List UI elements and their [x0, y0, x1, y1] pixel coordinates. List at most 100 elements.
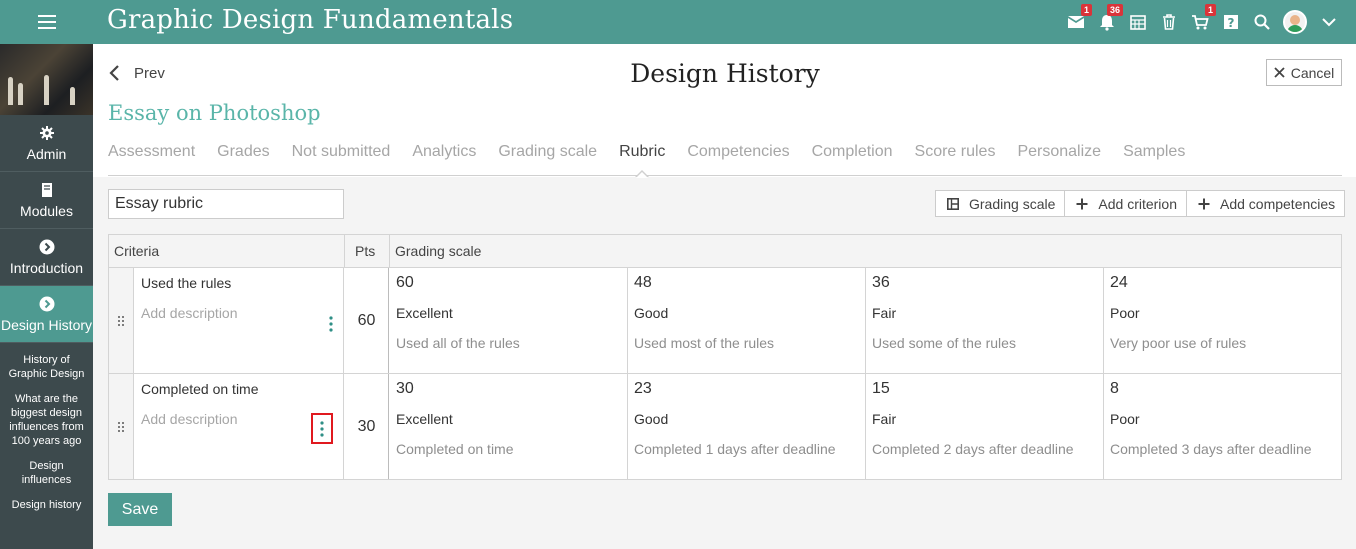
- tab-bar: Assessment Grades Not submitted Analytic…: [108, 142, 1342, 176]
- plus-icon: [1198, 198, 1210, 209]
- divider: [344, 235, 345, 268]
- more-options-icon[interactable]: [319, 311, 343, 337]
- add-competencies-label: Add competencies: [1219, 195, 1336, 212]
- sidebar-subitem[interactable]: What are the biggest design influences f…: [0, 392, 93, 448]
- tab-not-submitted[interactable]: Not submitted: [292, 142, 391, 176]
- drag-handle-icon[interactable]: [109, 374, 134, 479]
- level-label: Good: [634, 305, 669, 321]
- tab-personalize[interactable]: Personalize: [1017, 142, 1101, 176]
- level-points: 48: [634, 274, 652, 291]
- criteria-header: Criteria: [114, 243, 160, 259]
- grading-scale-header: Grading scale: [395, 243, 482, 259]
- chevron-left-icon: [109, 65, 119, 81]
- level-description: Completed 3 days after deadline: [1110, 441, 1312, 457]
- sidebar-item-modules[interactable]: Modules: [0, 172, 93, 229]
- criterion-name[interactable]: Completed on time: [141, 381, 259, 397]
- sidebar: Admin Modules Introduction Design Histor…: [0, 44, 93, 549]
- rubric-table: Criteria Pts Grading scale Used the rule…: [108, 234, 1342, 480]
- course-thumbnail: [0, 44, 93, 115]
- tab-completion[interactable]: Completion: [812, 142, 893, 176]
- points-value[interactable]: 60: [345, 268, 389, 373]
- level-description: Very poor use of rules: [1110, 335, 1247, 351]
- grading-level-cell[interactable]: 23 Good Completed 1 days after deadline: [628, 374, 866, 479]
- criterion-description[interactable]: Add description: [141, 411, 238, 427]
- tab-score-rules[interactable]: Score rules: [915, 142, 996, 176]
- level-description: Completed 1 days after deadline: [634, 441, 836, 457]
- level-description: Used all of the rules: [396, 335, 520, 351]
- add-criterion-button[interactable]: Add criterion: [1065, 191, 1187, 216]
- sidebar-subitem[interactable]: History of Graphic Design: [0, 353, 93, 381]
- cancel-label: Cancel: [1290, 64, 1335, 81]
- bell-icon[interactable]: 36: [1097, 3, 1123, 32]
- sidebar-subitem[interactable]: Design history: [0, 498, 93, 512]
- level-points: 24: [1110, 274, 1128, 291]
- grading-scale-button[interactable]: Grading scale: [936, 191, 1066, 216]
- page-title: Design History: [630, 59, 820, 88]
- level-points: 60: [396, 274, 414, 291]
- sidebar-item-label: Design History: [0, 316, 93, 333]
- tab-assessment[interactable]: Assessment: [108, 142, 195, 176]
- sidebar-subitem[interactable]: Design influences: [0, 459, 93, 487]
- table-row: Completed on time Add description 30 30 …: [109, 373, 1342, 479]
- level-label: Poor: [1110, 305, 1140, 321]
- search-icon[interactable]: [1252, 13, 1271, 32]
- divider: [389, 235, 390, 268]
- cancel-button[interactable]: Cancel: [1266, 59, 1342, 86]
- tab-samples[interactable]: Samples: [1123, 142, 1185, 176]
- criterion-name[interactable]: Used the rules: [141, 275, 231, 291]
- avatar[interactable]: [1283, 10, 1307, 34]
- grading-level-cell[interactable]: 30 Excellent Completed on time: [390, 374, 628, 479]
- level-label: Poor: [1110, 411, 1140, 427]
- sidebar-item-introduction[interactable]: Introduction: [0, 229, 93, 286]
- grading-level-cell[interactable]: 48 Good Used most of the rules: [628, 268, 866, 373]
- level-description: Completed 2 days after deadline: [872, 441, 1074, 457]
- tab-grades[interactable]: Grades: [217, 142, 269, 176]
- rubric-name-input[interactable]: [108, 189, 344, 219]
- tab-competencies[interactable]: Competencies: [687, 142, 789, 176]
- sidebar-item-design-history[interactable]: Design History: [0, 286, 93, 343]
- trash-icon[interactable]: [1159, 13, 1178, 32]
- level-label: Good: [634, 411, 669, 427]
- add-criterion-label: Add criterion: [1098, 195, 1177, 212]
- level-description: Completed on time: [396, 441, 514, 457]
- sidebar-item-admin[interactable]: Admin: [0, 115, 93, 172]
- assessment-title[interactable]: Essay on Photoshop: [108, 101, 321, 125]
- menu-icon[interactable]: [0, 0, 93, 44]
- save-button[interactable]: Save: [108, 493, 172, 526]
- calendar-icon[interactable]: [1128, 13, 1147, 32]
- prev-link[interactable]: Prev: [108, 64, 165, 82]
- chevron-circle-icon: [39, 296, 55, 312]
- rubric-actions: Grading scale Add criterion Add competen…: [935, 190, 1346, 217]
- top-icons: 1 36 1 ?: [1066, 0, 1338, 44]
- envelope-icon[interactable]: 1: [1066, 3, 1092, 32]
- criterion-cell[interactable]: Completed on time Add description: [135, 374, 344, 479]
- messages-badge: 1: [1080, 3, 1092, 16]
- grading-level-cell[interactable]: 60 Excellent Used all of the rules: [390, 268, 628, 373]
- tab-grading-scale[interactable]: Grading scale: [498, 142, 597, 176]
- cart-icon[interactable]: 1: [1190, 3, 1216, 32]
- level-description: Used some of the rules: [872, 335, 1016, 351]
- level-points: 30: [396, 380, 414, 397]
- tab-analytics[interactable]: Analytics: [412, 142, 476, 176]
- level-label: Excellent: [396, 305, 453, 321]
- cart-badge: 1: [1204, 3, 1216, 16]
- help-icon[interactable]: ?: [1221, 13, 1240, 32]
- gear-icon: [39, 125, 55, 141]
- level-label: Excellent: [396, 411, 453, 427]
- points-value[interactable]: 30: [345, 374, 389, 479]
- chevron-circle-icon: [39, 239, 55, 255]
- grading-level-cell[interactable]: 24 Poor Very poor use of rules: [1104, 268, 1342, 373]
- add-competencies-button[interactable]: Add competencies: [1187, 191, 1344, 216]
- chevron-down-icon[interactable]: [1319, 13, 1338, 32]
- grading-level-cell[interactable]: 15 Fair Completed 2 days after deadline: [866, 374, 1104, 479]
- criterion-cell[interactable]: Used the rules Add description: [135, 268, 344, 373]
- more-options-icon[interactable]: [311, 413, 333, 444]
- drag-handle-icon[interactable]: [109, 268, 134, 373]
- close-icon: [1274, 67, 1285, 78]
- criterion-description[interactable]: Add description: [141, 305, 238, 321]
- sidebar-item-label: Modules: [20, 202, 73, 219]
- grading-level-cell[interactable]: 8 Poor Completed 3 days after deadline: [1104, 374, 1342, 479]
- grading-level-cell[interactable]: 36 Fair Used some of the rules: [866, 268, 1104, 373]
- tab-rubric[interactable]: Rubric: [619, 142, 665, 176]
- level-points: 36: [872, 274, 890, 291]
